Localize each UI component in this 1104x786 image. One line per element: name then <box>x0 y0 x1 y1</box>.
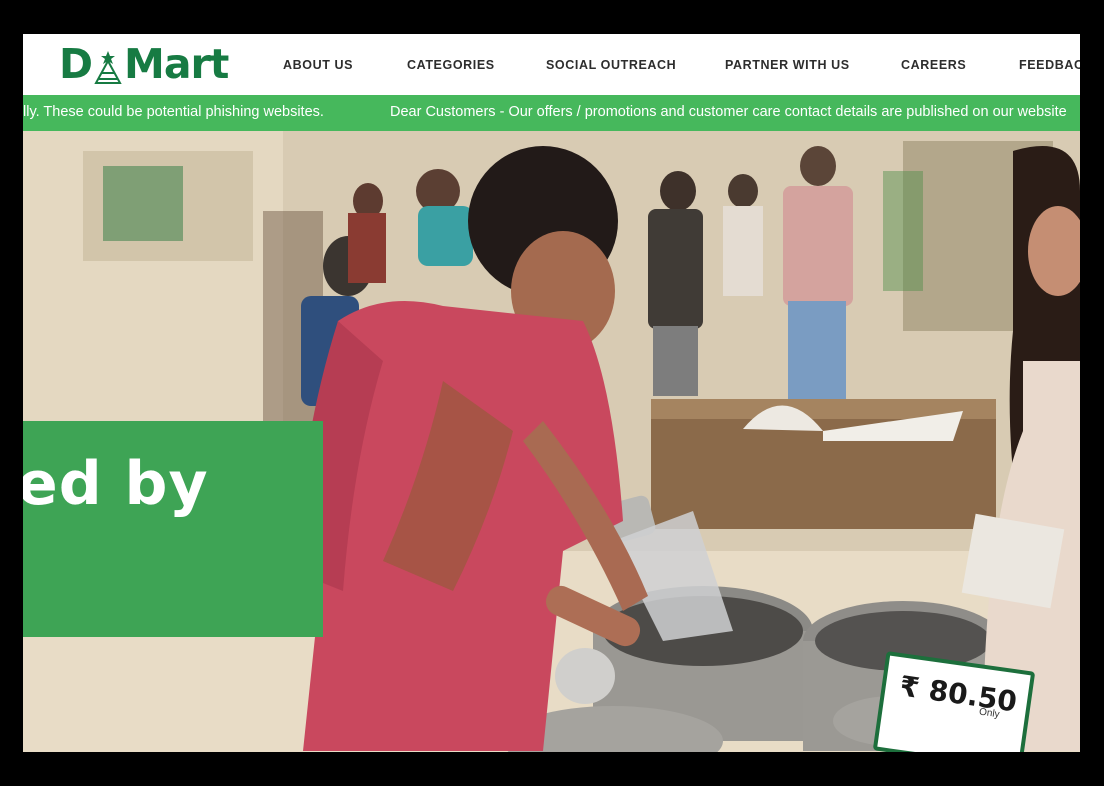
price-value: ₹ 80.50 <box>897 669 1019 719</box>
logo-text-d: D <box>59 40 93 88</box>
nav-link-categories[interactable]: CATEGORIES <box>407 58 495 72</box>
ticker-message: Dear Customers - Our offers / promotions… <box>390 104 1067 120</box>
nav-item-feedback[interactable]: FEEDBACK <box>1019 34 1080 95</box>
nav-item-partner-with-us[interactable]: PARTNER WITH US <box>725 34 850 95</box>
logo-tree-icon <box>93 49 123 85</box>
banner-headline: ed by <box>23 449 209 519</box>
price-note: Only <box>978 706 1001 721</box>
browser-viewport: D Mart ABOUT US CATEGORIES SOCIAL OUTREA… <box>23 34 1080 752</box>
hero-banner-image[interactable]: ed by ₹ 80.50 Only <box>23 131 1080 752</box>
promo-banner[interactable]: ed by <box>23 421 323 637</box>
nav-link-feedback[interactable]: FEEDBACK <box>1019 58 1080 72</box>
nav-item-about-us[interactable]: ABOUT US <box>283 34 353 95</box>
nav-link-partner-with-us[interactable]: PARTNER WITH US <box>725 58 850 72</box>
nav-item-categories[interactable]: CATEGORIES <box>407 34 495 95</box>
nav-link-about-us[interactable]: ABOUT US <box>283 58 353 72</box>
nav-link-careers[interactable]: CAREERS <box>901 58 966 72</box>
nav-item-careers[interactable]: CAREERS <box>901 34 966 95</box>
logo-text-mart: Mart <box>124 40 229 88</box>
ticker-message: lly. These could be potential phishing w… <box>23 104 324 120</box>
dmart-logo[interactable]: D Mart <box>59 40 229 88</box>
nav-link-social-outreach[interactable]: SOCIAL OUTREACH <box>546 58 676 72</box>
announcement-ticker: lly. These could be potential phishing w… <box>23 95 1080 131</box>
nav-item-social-outreach[interactable]: SOCIAL OUTREACH <box>546 34 676 95</box>
